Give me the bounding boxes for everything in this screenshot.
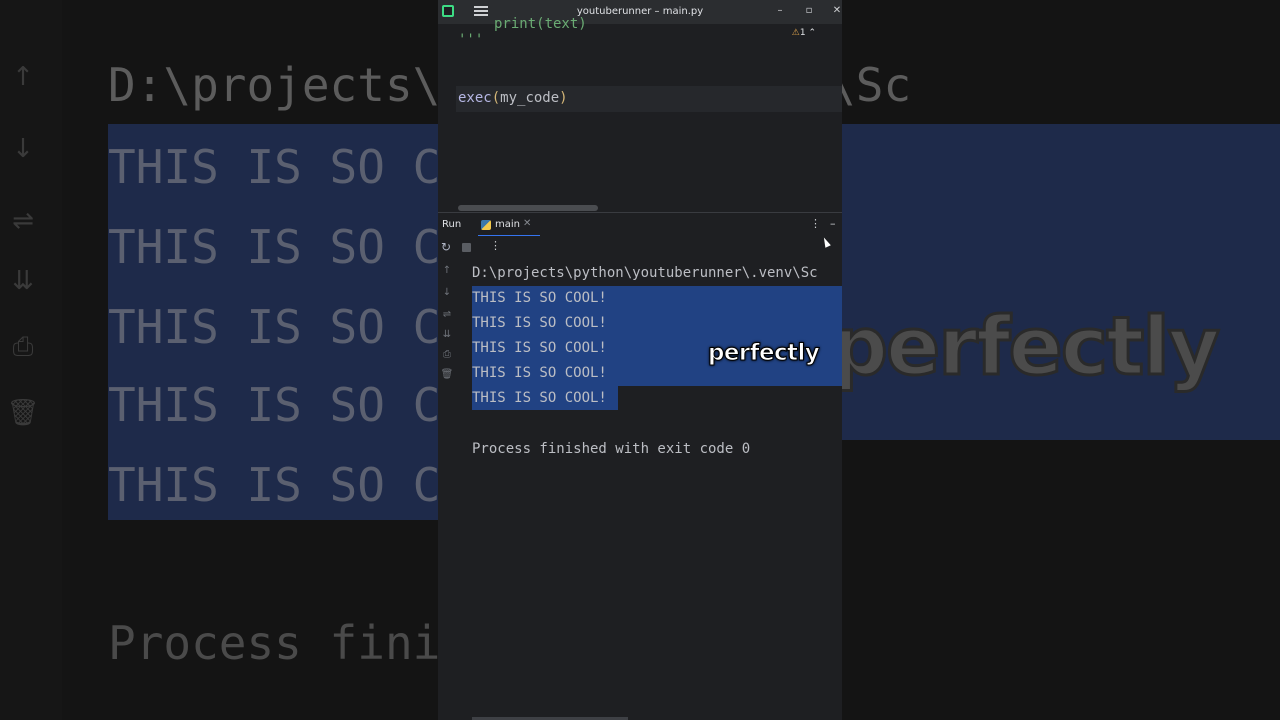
minimize-window-icon[interactable]: – — [772, 4, 788, 18]
scroll-to-end-icon[interactable]: ⇊ — [440, 328, 454, 342]
maximize-window-icon[interactable]: ▫ — [801, 4, 817, 18]
editor-gutter — [438, 24, 456, 212]
console-output-line: THIS IS SO COOL! — [472, 365, 607, 381]
bg-output-line: THIS IS SO C — [108, 378, 441, 432]
bg-gutter: ↑ ↓ ⇌ ⇊ ⎙ 🗑 — [0, 0, 62, 720]
code-function: exec — [458, 90, 492, 106]
code-line-exec: exec(my_code) — [458, 90, 568, 106]
soft-wrap-icon[interactable]: ⇌ — [440, 308, 454, 322]
console-output-line: THIS IS SO COOL! — [472, 340, 607, 356]
bg-scroll-end-icon: ⇊ — [12, 266, 34, 296]
hide-panel-icon[interactable]: – — [830, 217, 836, 230]
bg-soft-wrap-icon: ⇌ — [12, 206, 34, 236]
console-exit-message: Process finished with exit code 0 — [472, 441, 751, 457]
more-options-icon[interactable]: ⋮ — [810, 217, 821, 230]
up-arrow-icon[interactable]: ↑ — [440, 264, 454, 278]
chevron-up-icon: ⌃ — [808, 28, 816, 38]
console-output-line: THIS IS SO COOL! — [472, 315, 607, 331]
close-tab-icon[interactable]: ✕ — [523, 218, 531, 229]
code-line-quote: ''' — [458, 32, 484, 48]
warning-icon: ⚠ — [791, 28, 800, 38]
run-toolbar: ↻ ⋮ — [438, 236, 842, 258]
console-output-line: THIS IS SO COOL! — [472, 390, 607, 406]
code-editor[interactable]: print(text) ''' ⚠1 ⌃ exec(my_code) — [438, 16, 842, 212]
bg-caption-word: perfectly — [829, 299, 1221, 395]
run-label: Run — [442, 219, 462, 230]
close-window-icon[interactable]: ✕ — [829, 4, 842, 18]
bg-output-line: THIS IS SO C — [108, 300, 441, 354]
caption-overlay: perfectly — [707, 340, 820, 367]
print-icon[interactable]: ⎙ — [440, 348, 454, 362]
warning-indicator[interactable]: ⚠1 ⌃ — [792, 28, 816, 38]
bg-output-line: THIS IS SO C — [108, 140, 441, 194]
bg-output-line: THIS IS SO C — [108, 220, 441, 274]
down-arrow-icon[interactable]: ↓ — [440, 286, 454, 300]
bg-trash-icon: 🗑 — [6, 398, 40, 428]
bg-up-arrow-icon: ↑ — [12, 62, 34, 92]
code-paren-open: ( — [491, 90, 501, 106]
console-path-line: D:\projects\python\youtuberunner\.venv\S… — [472, 265, 818, 281]
console-side-toolbar: ↑ ↓ ⇌ ⇊ ⎙ 🗑 — [438, 258, 456, 720]
console-output-line: THIS IS SO COOL! — [472, 290, 607, 306]
horizontal-scrollbar[interactable] — [458, 205, 598, 211]
bg-down-arrow-icon: ↓ — [12, 134, 34, 164]
stop-icon[interactable] — [462, 243, 471, 252]
run-tool-window-header: Run main ✕ ⋮ – — [438, 212, 842, 237]
tab-main-label: main — [495, 219, 520, 230]
python-file-icon — [481, 220, 491, 230]
code-argument: my_code — [500, 90, 560, 106]
bg-output-line: THIS IS SO C — [108, 458, 441, 512]
code-line-print: print(text) — [494, 16, 587, 32]
more-actions-icon[interactable]: ⋮ — [490, 239, 501, 252]
trash-icon[interactable]: 🗑 — [440, 368, 454, 382]
warning-count: 1 — [799, 28, 806, 38]
tab-main[interactable]: main ✕ — [478, 213, 540, 237]
bg-print-icon: ⎙ — [12, 332, 34, 362]
rerun-icon[interactable]: ↻ — [441, 240, 451, 254]
code-paren-close: ) — [559, 90, 568, 106]
